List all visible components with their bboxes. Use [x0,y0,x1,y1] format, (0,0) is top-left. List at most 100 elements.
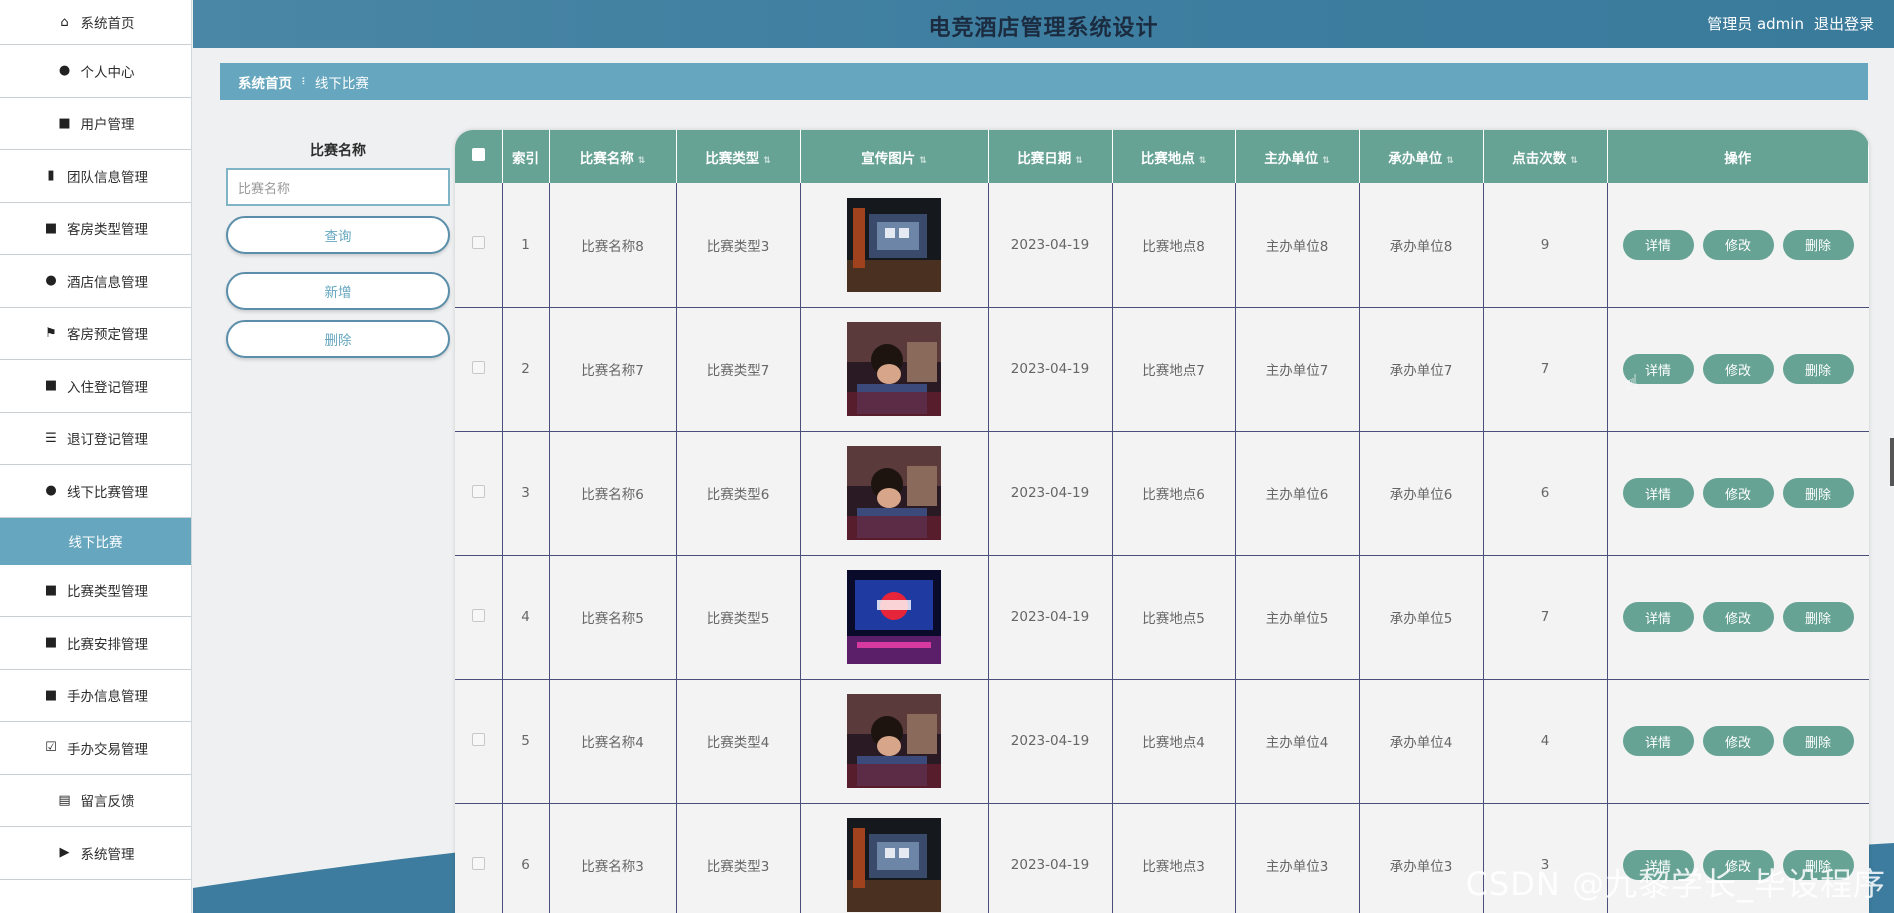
column-header-label: 点击次数 [1512,150,1567,167]
detail-button[interactable]: 详情 [1622,602,1694,632]
row-checkbox[interactable] [471,484,485,498]
sidebar-item-5[interactable]: ● 酒店信息管理 [0,255,191,308]
column-header-4[interactable]: 比赛日期 ⇅ [988,130,1113,183]
cell-actions: 详情 修改 删除 [1607,555,1869,679]
app-title: 电竞酒店管理系统设计 [928,16,1159,41]
row-checkbox-cell[interactable] [455,555,503,679]
column-header-2[interactable]: 比赛类型 ⇅ [676,130,801,183]
cell-name: 比赛名称8 [549,183,677,307]
sidebar-item-label: 线下比赛 [68,535,123,551]
cell-index: 3 [502,431,550,555]
cell-host: 主办单位5 [1235,555,1360,679]
detail-button[interactable]: 详情 [1622,229,1694,260]
cell-actions: 详情 修改 删除 [1607,307,1869,431]
sidebar-item-11[interactable]: ■ 比赛类型管理 [0,564,191,617]
video-icon: ▶ [59,845,70,861]
sidebar-item-4[interactable]: ■ 客房类型管理 [0,202,191,255]
sidebar-item-label: 用户管理 [80,117,135,134]
sort-icon[interactable]: ⇅ [1446,156,1454,166]
sidebar-item-1[interactable]: ● 个人中心 [0,45,191,98]
sort-icon[interactable]: ⇅ [638,156,646,166]
select-all-checkbox-cell[interactable] [455,130,503,183]
sidebar-item-16[interactable]: ▶ 系统管理 [0,827,191,880]
sidebar-item-3[interactable]: ▮ 团队信息管理 [0,150,191,203]
sidebar-item-8[interactable]: ☰ 退订登记管理 [0,412,191,465]
edit-button[interactable]: 修改 [1702,726,1774,756]
add-button[interactable]: 新增 [226,272,450,310]
cell-name: 比赛名称7 [549,307,677,431]
column-header-label: 比赛类型 [705,150,760,167]
column-header-7[interactable]: 承办单位 ⇅ [1359,130,1484,183]
sort-icon[interactable]: ⇅ [1322,156,1330,166]
sidebar-item-12[interactable]: ■ 比赛安排管理 [0,617,191,670]
sidebar-item-label: 留言反馈 [80,794,135,811]
column-header-label: 宣传图片 [861,150,916,167]
column-header-6[interactable]: 主办单位 ⇅ [1235,130,1360,183]
row-checkbox[interactable] [471,236,485,250]
row-checkbox[interactable] [471,608,485,622]
detail-button[interactable]: 详情 [1622,478,1694,508]
cell-date: 2023-04-19 [988,555,1113,679]
cell-host: 主办单位6 [1235,431,1360,555]
delete-button[interactable]: 删除 [1782,602,1854,632]
sidebar-item-offline-match-active[interactable]: 线下比赛 [0,517,191,565]
sort-icon[interactable]: ⇅ [919,156,927,166]
column-header-8[interactable]: 点击次数 ⇅ [1483,130,1608,183]
edit-button[interactable]: 修改 [1702,229,1774,260]
sort-icon[interactable]: ⇅ [1199,156,1207,166]
logout-link[interactable]: 退出登录 [1814,13,1874,34]
cell-place: 比赛地点3 [1112,803,1236,913]
scrollbar-thumb[interactable] [1890,438,1894,486]
cell-type: 比赛类型4 [676,679,801,803]
delete-button[interactable]: 删除 [1782,229,1854,260]
sidebar-item-6[interactable]: ⚑ 客房预定管理 [0,307,191,360]
sidebar-item-13[interactable]: ■ 手办信息管理 [0,669,191,722]
delete-button[interactable]: 删除 [1782,726,1854,756]
sort-icon[interactable]: ⇅ [763,156,771,166]
edit-button[interactable]: 修改 [1702,478,1774,508]
row-checkbox[interactable] [471,856,485,870]
cell-name: 比赛名称5 [549,555,677,679]
row-checkbox[interactable] [471,360,485,374]
edit-button[interactable]: 修改 [1702,602,1774,632]
sidebar-item-15[interactable]: ▤ 留言反馈 [0,774,191,827]
detail-button[interactable]: 详情 [1622,726,1694,756]
cell-place: 比赛地点8 [1112,183,1236,307]
admin-user-label: 管理员 admin [1707,15,1804,33]
batch-delete-button[interactable]: 删除 [226,320,450,358]
sidebar-item-9[interactable]: ● 线下比赛管理 [0,465,191,518]
cell-name: 比赛名称6 [549,431,677,555]
select-all-checkbox[interactable] [471,148,485,161]
row-checkbox-cell[interactable] [455,431,503,555]
query-button[interactable]: 查询 [226,216,450,254]
row-checkbox-cell[interactable] [455,679,503,803]
match-name-search-input[interactable]: 比赛名称 [226,168,450,206]
cell-clicks: 7 [1483,555,1608,679]
table-row: 4 比赛名称5 比赛类型5 2023-04-19 比赛地点5 主办单位5 承办单位5 7 详情修… [455,555,1869,679]
column-header-3[interactable]: 宣传图片 ⇅ [800,130,989,183]
edit-button[interactable]: 修改 [1702,354,1774,384]
row-checkbox-cell[interactable] [455,183,503,307]
delete-button[interactable]: 删除 [1782,478,1854,508]
column-header-label: 比赛名称 [579,150,634,167]
sort-icon[interactable]: ⇅ [1075,156,1083,166]
column-header-5[interactable]: 比赛地点 ⇅ [1112,130,1236,183]
row-checkbox[interactable] [471,732,485,746]
sidebar-item-0[interactable]: ⌂ 系统首页 [0,0,191,45]
row-checkbox-cell[interactable] [455,307,503,431]
cell-img [800,431,989,555]
row-checkbox-cell[interactable] [455,803,503,913]
sidebar-item-2[interactable]: ■ 用户管理 [0,97,191,150]
column-header-1[interactable]: 比赛名称 ⇅ [549,130,677,183]
sidebar-item-14[interactable]: ☑ 手办交易管理 [0,722,191,775]
sidebar-item-label: 入住登记管理 [67,379,148,396]
delete-button[interactable]: 删除 [1782,354,1854,384]
sidebar-item-label: 客房预定管理 [67,327,148,344]
sidebar-item-label: 比赛类型管理 [67,584,148,601]
sidebar-item-7[interactable]: ■ 入住登记管理 [0,360,191,413]
cell-host: 主办单位4 [1235,679,1360,803]
breadcrumb-home[interactable]: 系统首页 [238,72,292,92]
cell-org: 承办单位5 [1359,555,1484,679]
sort-icon[interactable]: ⇅ [1570,156,1578,166]
grid-icon: ■ [44,378,58,394]
